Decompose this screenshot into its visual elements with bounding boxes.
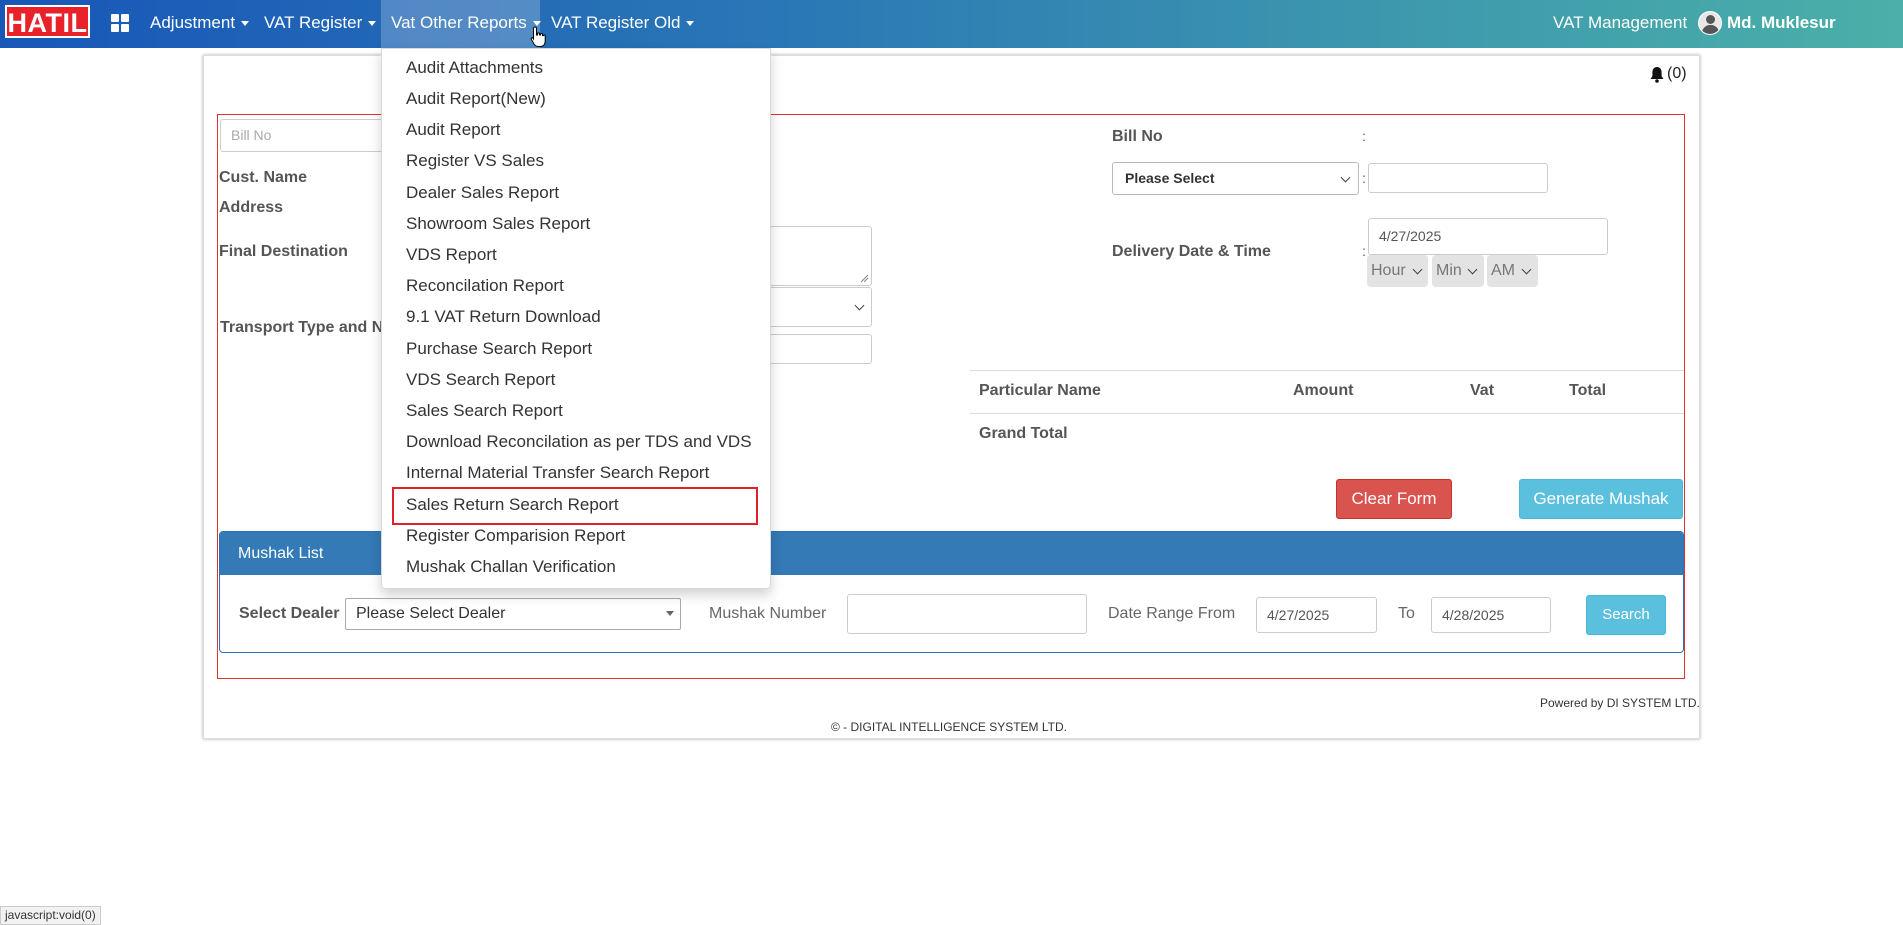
bill-no-placeholder: Bill No (231, 127, 272, 143)
menu-item-vds-report[interactable]: VDS Report (406, 244, 497, 266)
chevron-down-icon (1340, 172, 1351, 183)
colon-separator: : (1362, 170, 1366, 186)
hatil-logo[interactable]: HATIL (5, 5, 90, 38)
menu-item-mushak-challan-verification[interactable]: Mushak Challan Verification (406, 556, 616, 578)
bill-no-select-value: Please Select (1125, 170, 1215, 186)
minute-select[interactable]: Min (1432, 255, 1484, 287)
amount-header: Amount (1293, 382, 1354, 399)
nav-menu-label: Vat Other Reports (391, 13, 527, 32)
colon-separator: : (1362, 128, 1366, 144)
menu-item-sales-search-report[interactable]: Sales Search Report (406, 400, 563, 422)
nav-menu-label: Adjustment (150, 13, 236, 32)
grand-total-label: Grand Total (979, 425, 1068, 442)
chevron-down-icon (1412, 264, 1423, 275)
dealer-select-value: Please Select Dealer (356, 605, 506, 622)
powered-by: Powered by DI SYSTEM LTD. (1540, 696, 1700, 710)
menu-item-download-reconcilation[interactable]: Download Reconcilation as per TDS and VD… (406, 431, 752, 453)
total-header: Total (1569, 382, 1607, 399)
mushak-number-input[interactable] (847, 594, 1087, 634)
colon-separator: : (1362, 243, 1366, 259)
nav-menu-vat-register-old[interactable]: VAT Register Old (541, 0, 704, 48)
search-button[interactable]: Search (1586, 595, 1666, 635)
vat-other-reports-dropdown: Audit Attachments Audit Report(New) Audi… (381, 48, 771, 589)
browser-status-bar: javascript:void(0) (0, 906, 101, 925)
nav-menu-adjustment[interactable]: Adjustment (140, 0, 259, 48)
delivery-date-input[interactable]: 4/27/2025 (1368, 218, 1608, 255)
to-label: To (1398, 605, 1415, 622)
user-avatar[interactable] (1698, 11, 1722, 35)
menu-item-audit-report-new[interactable]: Audit Report(New) (406, 88, 546, 110)
table-divider (970, 413, 1684, 414)
generate-mushak-button[interactable]: Generate Mushak (1519, 479, 1683, 519)
caret-down-icon (666, 611, 674, 616)
vat-header: Vat (1470, 382, 1495, 399)
ampm-select[interactable]: AM (1487, 255, 1538, 287)
chevron-down-icon (1467, 264, 1478, 275)
hour-select[interactable]: Hour (1367, 255, 1428, 287)
menu-item-purchase-search-report[interactable]: Purchase Search Report (406, 338, 592, 360)
menu-item-reconcilation-report[interactable]: Reconcilation Report (406, 275, 564, 297)
copyright: © - DIGITAL INTELLIGENCE SYSTEM LTD. (831, 720, 1067, 734)
menu-item-sales-return-search-report[interactable]: Sales Return Search Report (406, 494, 619, 516)
hour-select-value: Hour (1371, 262, 1406, 279)
bill-no-select[interactable]: Please Select (1112, 162, 1359, 195)
hand-cursor-icon (530, 26, 546, 47)
menu-item-audit-attachments[interactable]: Audit Attachments (406, 57, 543, 79)
bill-no-input[interactable]: Bill No (220, 119, 400, 152)
bell-icon[interactable] (1650, 67, 1664, 83)
ampm-select-value: AM (1491, 262, 1515, 279)
date-to-input[interactable]: 4/28/2025 (1431, 597, 1551, 633)
nav-menu-label: VAT Register (264, 13, 363, 32)
final-destination-label: Final Destination (219, 243, 348, 260)
menu-item-register-comparision-report[interactable]: Register Comparision Report (406, 525, 625, 547)
minute-select-value: Min (1436, 262, 1462, 279)
caret-down-icon (241, 21, 250, 27)
date-range-from-label: Date Range From (1108, 605, 1236, 622)
bill-no-label: Bill No (1112, 128, 1163, 145)
chevron-down-icon (854, 300, 865, 311)
menu-item-internal-material-transfer[interactable]: Internal Material Transfer Search Report (406, 462, 709, 484)
app-title[interactable]: VAT Management (1553, 0, 1687, 46)
menu-item-audit-report[interactable]: Audit Report (406, 119, 501, 141)
menu-item-register-vs-sales[interactable]: Register VS Sales (406, 150, 544, 172)
bill-no-text-input[interactable] (1368, 163, 1548, 193)
nav-menu-label: VAT Register Old (551, 13, 681, 32)
dealer-select[interactable]: Please Select Dealer (345, 598, 681, 630)
mushak-number-label: Mushak Number (709, 605, 827, 622)
particular-name-header: Particular Name (979, 382, 1101, 399)
transport-type-label: Transport Type and Nu (220, 319, 394, 336)
date-from-input[interactable]: 4/27/2025 (1256, 597, 1377, 633)
table-divider (970, 370, 1684, 371)
user-name[interactable]: Md. Muklesur Rahman (1727, 0, 1903, 92)
menu-item-vds-search-report[interactable]: VDS Search Report (406, 369, 555, 391)
resize-handle-icon[interactable] (859, 273, 869, 283)
notification-count[interactable]: (0) (1667, 65, 1687, 83)
select-dealer-label: Select Dealer (239, 605, 340, 622)
address-label: Address (219, 199, 284, 216)
chevron-down-icon (1521, 264, 1532, 275)
apps-grid-icon[interactable] (111, 14, 129, 32)
menu-item-showroom-sales-report[interactable]: Showroom Sales Report (406, 213, 590, 235)
clear-form-button[interactable]: Clear Form (1336, 479, 1452, 519)
top-navbar: HATIL Adjustment VAT Register Vat Other … (0, 0, 1903, 78)
delivery-date-time-label: Delivery Date & Time (1112, 243, 1271, 260)
caret-down-icon (686, 21, 695, 27)
caret-down-icon (368, 21, 377, 27)
menu-item-vat-return-download[interactable]: 9.1 VAT Return Download (406, 306, 601, 328)
nav-menu-vat-other-reports[interactable]: Vat Other Reports (381, 0, 541, 48)
menu-item-dealer-sales-report[interactable]: Dealer Sales Report (406, 182, 559, 204)
cust-name-label: Cust. Name (219, 169, 308, 186)
nav-menu-vat-register[interactable]: VAT Register (254, 0, 386, 48)
